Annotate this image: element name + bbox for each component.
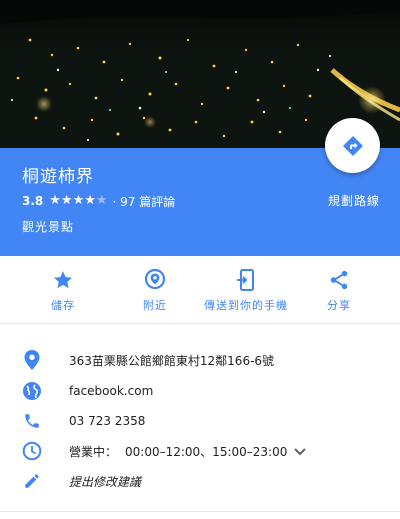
nearby-label: 附近 — [143, 299, 167, 312]
star-filled-icon: ★ — [49, 193, 61, 208]
hours-text: 營業中： 00:00–12:00、15:00–23:00 — [69, 443, 287, 460]
location-pin-icon — [22, 350, 42, 370]
suggest-edit-link[interactable]: 提出修改建議 — [69, 473, 141, 490]
website-link[interactable]: facebook.com — [69, 384, 153, 398]
save-label: 儲存 — [51, 299, 75, 312]
send-to-phone-label: 傳送到你的手機 — [204, 299, 288, 312]
star-filled-icon: ★ — [60, 193, 73, 208]
send-to-phone-button[interactable]: 傳送到你的手機 — [195, 256, 297, 324]
hours-row[interactable]: 營業中： 00:00–12:00、15:00–23:00 — [0, 436, 400, 466]
star-filled-icon: ★ — [84, 193, 96, 208]
nearby-pin-icon — [144, 268, 166, 292]
pencil-icon — [22, 471, 42, 491]
rating-row: 3.8 ★ ★ ★ ★ ★ · 97 篇評論 — [22, 192, 175, 210]
open-status: 營業中： — [69, 444, 118, 459]
phone-row[interactable]: 03 723 2358 — [0, 406, 400, 436]
address-text: 363苗栗縣公館鄉館東村12鄰166-6號 — [69, 353, 275, 368]
website-row[interactable]: facebook.com — [0, 376, 400, 406]
star-icon — [52, 268, 74, 292]
star-empty-icon: ★ — [95, 193, 108, 208]
star-rating: ★ ★ ★ ★ ★ — [49, 194, 107, 208]
place-category[interactable]: 觀光景點 — [22, 218, 74, 235]
send-to-phone-icon — [235, 268, 257, 292]
phone-icon — [22, 411, 42, 431]
share-label: 分享 — [327, 299, 351, 312]
share-icon — [328, 268, 350, 292]
star-filled-icon: ★ — [72, 193, 85, 208]
rating-value: 3.8 — [22, 194, 44, 208]
action-bar: 儲存 附近 傳送到你的手機 分享 — [0, 256, 400, 324]
nearby-button[interactable]: 附近 — [124, 256, 186, 324]
address-row[interactable]: 363苗栗縣公館鄉館東村12鄰166-6號 — [0, 345, 400, 375]
phone-number[interactable]: 03 723 2358 — [69, 414, 145, 428]
review-count-link[interactable]: · 97 篇評論 — [113, 193, 176, 210]
suggest-edit-row[interactable]: 提出修改建議 — [0, 466, 400, 496]
save-button[interactable]: 儲存 — [32, 256, 94, 324]
opening-hours: 00:00–12:00、15:00–23:00 — [125, 444, 288, 459]
directions-label[interactable]: 規劃路線 — [322, 192, 386, 209]
clock-icon — [22, 441, 42, 461]
divider — [0, 511, 400, 512]
chevron-down-icon[interactable] — [292, 443, 308, 459]
directions-button[interactable] — [325, 118, 380, 173]
place-title: 桐遊柿界 — [22, 167, 94, 187]
share-button[interactable]: 分享 — [308, 256, 370, 324]
place-info-list: 363苗栗縣公館鄉館東村12鄰166-6號 facebook.com 03 72… — [0, 324, 400, 519]
globe-icon — [22, 381, 42, 401]
directions-icon — [342, 135, 363, 156]
